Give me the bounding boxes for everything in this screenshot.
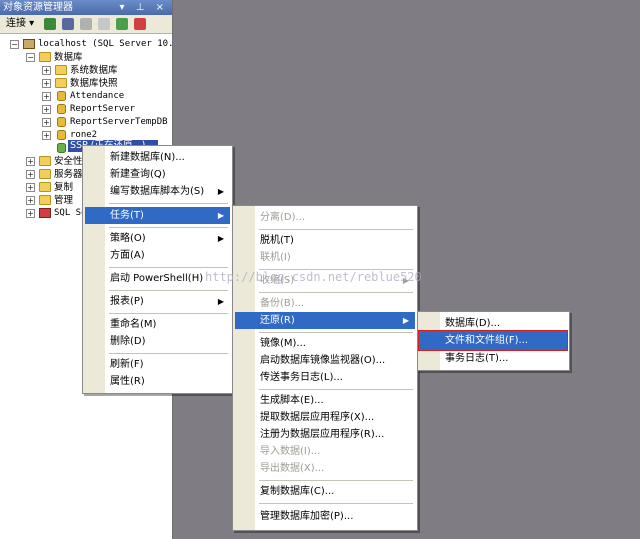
menu-item-copy-database[interactable]: 复制数据库(C)... xyxy=(257,483,415,500)
sql-agent-icon xyxy=(39,208,51,218)
menu-item-log-shipping[interactable]: 传送事务日志(L)... xyxy=(257,369,415,386)
menu-item-powershell[interactable]: 启动 PowerShell(H) xyxy=(107,270,230,287)
database-icon xyxy=(57,91,66,101)
refresh-icon[interactable] xyxy=(116,18,128,30)
menu-item-rename[interactable]: 重命名(M) xyxy=(107,316,230,333)
expand-icon[interactable]: + xyxy=(42,66,51,75)
expand-icon[interactable]: + xyxy=(26,196,35,205)
menu-item-import-data[interactable]: 导入数据(I)... xyxy=(257,443,415,460)
database-icon xyxy=(57,104,66,114)
menu-item-bring-online[interactable]: 联机(I) xyxy=(257,249,415,266)
submenu-arrow-icon: ▶ xyxy=(217,297,224,306)
summary-icon[interactable] xyxy=(134,18,146,30)
menu-item-tasks[interactable]: 任务(T) ▶ xyxy=(85,207,230,224)
database-restoring-icon xyxy=(57,143,66,153)
menu-item-script-database[interactable]: 编写数据库脚本为(S) ▶ xyxy=(107,183,230,200)
folder-icon xyxy=(39,195,51,205)
menu-separator xyxy=(259,480,413,481)
collapse-icon[interactable]: − xyxy=(10,40,19,49)
menu-item-restore-transaction-log[interactable]: 事务日志(T)... xyxy=(442,350,567,367)
menu-gutter xyxy=(233,206,255,530)
folder-icon xyxy=(39,52,51,62)
expand-icon[interactable]: + xyxy=(26,157,35,166)
folder-icon xyxy=(55,65,67,75)
menu-separator xyxy=(259,292,413,293)
database-icon xyxy=(57,130,66,140)
expand-icon[interactable]: + xyxy=(42,79,51,88)
connect-object-icon[interactable] xyxy=(44,18,56,30)
menu-gutter xyxy=(83,146,105,393)
menu-item-new-database[interactable]: 新建数据库(N)... xyxy=(107,149,230,166)
expand-icon[interactable]: + xyxy=(42,118,51,127)
server-icon xyxy=(23,39,35,49)
explorer-toolbar: 连接 ▾ xyxy=(0,15,172,34)
submenu-arrow-icon: ▶ xyxy=(217,234,224,243)
stop-icon[interactable] xyxy=(80,18,92,30)
submenu-arrow-icon: ▶ xyxy=(402,276,409,285)
menu-separator xyxy=(109,227,228,228)
menu-separator xyxy=(259,229,413,230)
menu-separator xyxy=(109,353,228,354)
panel-title-bar: 对象资源管理器 ▾ ⊥ × xyxy=(0,0,172,15)
menu-item-detach[interactable]: 分离(D)... xyxy=(257,209,415,226)
menu-item-backup[interactable]: 备份(B)... xyxy=(257,295,415,312)
menu-separator xyxy=(259,503,413,504)
menu-separator xyxy=(259,269,413,270)
menu-item-policies[interactable]: 策略(O) ▶ xyxy=(107,230,230,247)
menu-item-new-query[interactable]: 新建查询(Q) xyxy=(107,166,230,183)
filter-icon[interactable] xyxy=(98,18,110,30)
menu-item-refresh[interactable]: 刷新(F) xyxy=(107,356,230,373)
menu-item-facets[interactable]: 方面(A) xyxy=(107,247,230,264)
collapse-icon[interactable]: − xyxy=(26,53,35,62)
menu-item-reports[interactable]: 报表(P) ▶ xyxy=(107,293,230,310)
expand-icon[interactable]: + xyxy=(26,183,35,192)
menu-separator xyxy=(109,203,228,204)
submenu-arrow-icon: ▶ xyxy=(217,211,224,220)
menu-item-export-data[interactable]: 导出数据(X)... xyxy=(257,460,415,477)
expand-icon[interactable]: + xyxy=(42,105,51,114)
tasks-submenu: 分离(D)... 脱机(T) 联机(I) 收缩(S) ▶ 备份(B)... 还原(… xyxy=(232,205,418,531)
menu-item-shrink[interactable]: 收缩(S) ▶ xyxy=(257,272,415,289)
menu-item-extract-dac[interactable]: 提取数据层应用程序(X)... xyxy=(257,409,415,426)
panel-window-controls[interactable]: ▾ ⊥ × xyxy=(120,0,168,15)
folder-icon xyxy=(39,156,51,166)
menu-item-manage-encryption[interactable]: 管理数据库加密(P)... xyxy=(257,508,415,525)
disconnect-icon[interactable] xyxy=(62,18,74,30)
menu-item-properties[interactable]: 属性(R) xyxy=(107,373,230,390)
menu-item-restore[interactable]: 还原(R) ▶ xyxy=(235,312,415,329)
expand-icon[interactable]: + xyxy=(42,131,51,140)
expand-icon[interactable]: + xyxy=(26,170,35,179)
menu-item-mirror[interactable]: 镜像(M)... xyxy=(257,335,415,352)
restore-files-label: 文件和文件组(F)... xyxy=(445,335,529,346)
folder-icon xyxy=(39,182,51,192)
connect-button[interactable]: 连接 ▾ xyxy=(6,17,34,31)
menu-separator xyxy=(109,313,228,314)
menu-item-take-offline[interactable]: 脱机(T) xyxy=(257,232,415,249)
menu-item-mirror-monitor[interactable]: 启动数据库镜像监视器(O)... xyxy=(257,352,415,369)
submenu-arrow-icon: ▶ xyxy=(402,316,409,325)
menu-item-delete[interactable]: 删除(D) xyxy=(107,333,230,350)
menu-item-register-dac[interactable]: 注册为数据层应用程序(R)... xyxy=(257,426,415,443)
menu-item-restore-files-filegroups[interactable]: 文件和文件组(F)... xyxy=(418,330,568,351)
expand-icon[interactable]: + xyxy=(42,92,51,101)
expand-icon[interactable]: + xyxy=(26,209,35,218)
database-context-menu: 新建数据库(N)... 新建查询(Q) 编写数据库脚本为(S) ▶ 任务(T) ▶ … xyxy=(82,145,233,394)
menu-separator xyxy=(109,290,228,291)
panel-title: 对象资源管理器 xyxy=(3,2,73,13)
submenu-arrow-icon: ▶ xyxy=(217,187,224,196)
menu-separator xyxy=(109,267,228,268)
menu-separator xyxy=(259,389,413,390)
folder-icon xyxy=(39,169,51,179)
database-icon xyxy=(57,117,66,127)
menu-item-generate-scripts[interactable]: 生成脚本(E)... xyxy=(257,392,415,409)
folder-icon xyxy=(55,78,67,88)
menu-separator xyxy=(259,332,413,333)
